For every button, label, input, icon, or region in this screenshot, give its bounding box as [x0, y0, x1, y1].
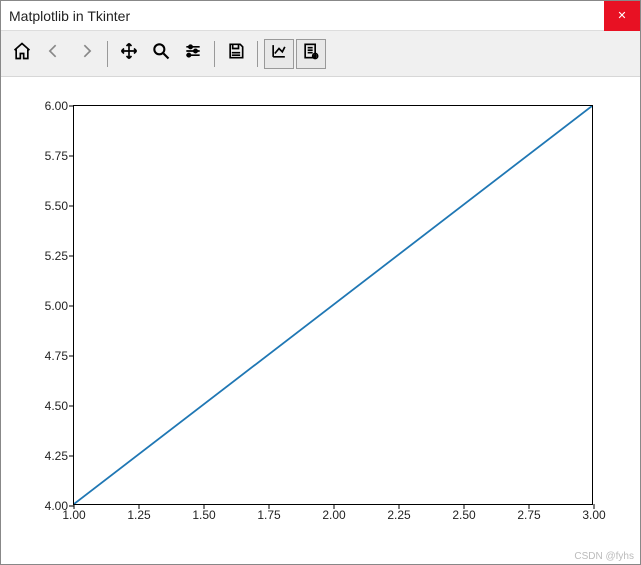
- back-icon: [44, 41, 64, 66]
- configure-icon: [183, 41, 203, 66]
- x-tick-label: 2.50: [452, 508, 475, 522]
- y-tick-label: 5.75: [45, 149, 68, 163]
- axes-frame: 4.004.254.504.755.005.255.505.756.00 1.0…: [73, 105, 593, 505]
- x-tick-label: 1.75: [257, 508, 280, 522]
- close-icon: ✕: [617, 9, 626, 22]
- window-title: Matplotlib in Tkinter: [9, 8, 130, 24]
- y-tick-label: 4.25: [45, 449, 68, 463]
- x-tick-label: 1.25: [127, 508, 150, 522]
- y-tickmark: [69, 206, 74, 207]
- x-tick-label: 2.25: [387, 508, 410, 522]
- save-button[interactable]: [221, 39, 251, 69]
- zoom-icon: [151, 41, 171, 66]
- y-tick-label: 4.75: [45, 349, 68, 363]
- figure-canvas[interactable]: 4.004.254.504.755.005.255.505.756.00 1.0…: [1, 77, 640, 564]
- pan-icon: [119, 41, 139, 66]
- y-tick-label: 6.00: [45, 99, 68, 113]
- y-tickmark: [69, 156, 74, 157]
- y-tickmark: [69, 106, 74, 107]
- x-tick-label: 1.50: [192, 508, 215, 522]
- zoom-button[interactable]: [146, 39, 176, 69]
- toolbar-separator: [214, 41, 215, 67]
- x-tick-label: 1.00: [62, 508, 85, 522]
- configure-subplots-button[interactable]: [178, 39, 208, 69]
- save-icon: [226, 41, 246, 66]
- watermark-text: CSDN @fyhs: [574, 551, 634, 562]
- y-tickmark: [69, 356, 74, 357]
- y-tickmark: [69, 406, 74, 407]
- y-tick-label: 5.25: [45, 249, 68, 263]
- x-tick-label: 2.00: [322, 508, 345, 522]
- edit-params-button[interactable]: [296, 39, 326, 69]
- y-tickmark: [69, 306, 74, 307]
- x-tick-label: 3.00: [582, 508, 605, 522]
- edit-axes-button[interactable]: [264, 39, 294, 69]
- x-tick-label: 2.75: [517, 508, 540, 522]
- toolbar-separator: [107, 41, 108, 67]
- home-icon: [12, 41, 32, 66]
- titlebar: Matplotlib in Tkinter ✕: [1, 1, 640, 31]
- matplotlib-toolbar: [1, 31, 640, 77]
- back-button[interactable]: [39, 39, 69, 69]
- forward-icon: [76, 41, 96, 66]
- home-button[interactable]: [7, 39, 37, 69]
- toolbar-separator: [257, 41, 258, 67]
- close-button[interactable]: ✕: [604, 1, 640, 31]
- y-tick-label: 5.50: [45, 199, 68, 213]
- y-tick-label: 4.50: [45, 399, 68, 413]
- line-plot: [74, 106, 592, 504]
- forward-button[interactable]: [71, 39, 101, 69]
- axes-icon: [269, 41, 289, 66]
- y-tickmark: [69, 256, 74, 257]
- params-icon: [301, 41, 321, 66]
- y-tick-label: 5.00: [45, 299, 68, 313]
- pan-button[interactable]: [114, 39, 144, 69]
- y-tickmark: [69, 456, 74, 457]
